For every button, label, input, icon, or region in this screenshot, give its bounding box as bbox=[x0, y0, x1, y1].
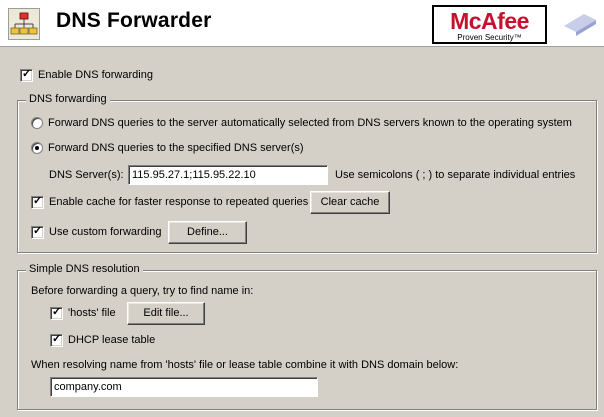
edit-file-button[interactable]: Edit file... bbox=[127, 302, 205, 325]
dhcp-lease-label: DHCP lease table bbox=[68, 334, 156, 346]
dns-domain-input[interactable]: company.com bbox=[50, 377, 318, 397]
clear-cache-button[interactable]: Clear cache bbox=[310, 191, 390, 214]
radio-specified-server[interactable] bbox=[31, 142, 43, 154]
dns-servers-input[interactable]: 115.95.27.1;115.95.22.10 bbox=[128, 165, 328, 185]
enable-cache-label: Enable cache for faster response to repe… bbox=[49, 196, 309, 208]
header: DNS Forwarder McAfee Proven Security™ bbox=[0, 0, 604, 47]
radio-specified-server-label: Forward DNS queries to the specified DNS… bbox=[48, 142, 304, 154]
mcafee-logo: McAfee Proven Security™ bbox=[432, 5, 547, 44]
simple-resolution-group-title: Simple DNS resolution bbox=[26, 263, 143, 275]
network-tree-icon bbox=[8, 8, 40, 40]
decorative-arrow-icon bbox=[564, 14, 596, 36]
dns-forwarding-group-title: DNS forwarding bbox=[26, 93, 110, 105]
logo-text: McAfee bbox=[450, 8, 529, 34]
hosts-file-label: 'hosts' file bbox=[68, 307, 116, 319]
dhcp-lease-checkbox[interactable]: ✓ bbox=[50, 333, 63, 347]
custom-forwarding-checkbox[interactable]: ✓ bbox=[31, 225, 44, 239]
define-button[interactable]: Define... bbox=[168, 221, 247, 244]
page-title: DNS Forwarder bbox=[56, 9, 212, 32]
simple-resolution-intro: Before forwarding a query, try to find n… bbox=[31, 285, 254, 297]
hosts-file-checkbox[interactable]: ✓ bbox=[50, 306, 63, 320]
enable-cache-checkbox[interactable]: ✓ bbox=[31, 195, 44, 209]
dns-servers-label: DNS Server(s): bbox=[49, 169, 124, 181]
logo-tagline: Proven Security™ bbox=[457, 33, 522, 42]
radio-auto-server[interactable] bbox=[31, 117, 43, 129]
dns-servers-hint: Use semicolons ( ; ) to separate individ… bbox=[335, 169, 576, 181]
enable-forwarding-label: Enable DNS forwarding bbox=[38, 69, 153, 81]
radio-auto-server-label: Forward DNS queries to the server automa… bbox=[48, 117, 572, 129]
custom-forwarding-label: Use custom forwarding bbox=[49, 226, 162, 238]
domain-description: When resolving name from 'hosts' file or… bbox=[31, 359, 459, 371]
enable-forwarding-checkbox[interactable]: ✓ bbox=[20, 68, 33, 82]
